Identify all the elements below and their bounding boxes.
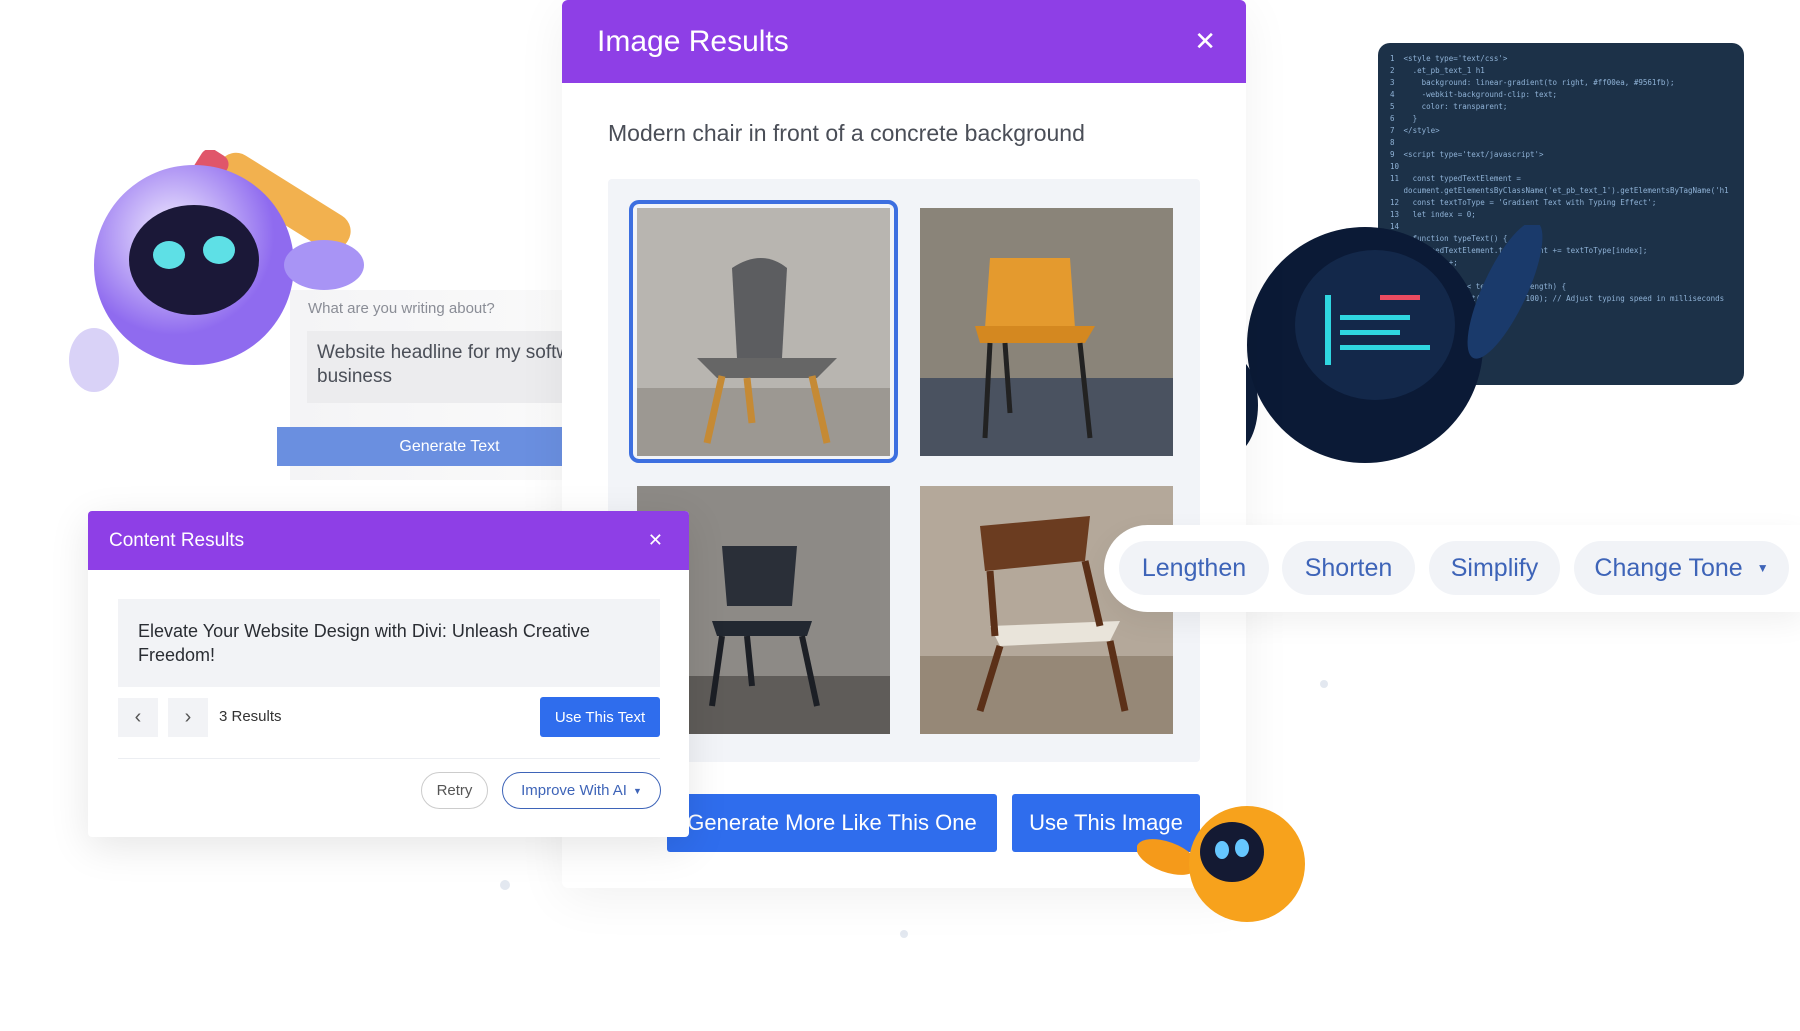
divider xyxy=(118,758,660,759)
shorten-button[interactable]: Shorten xyxy=(1282,541,1415,595)
image-result-1[interactable] xyxy=(637,208,890,456)
code-line: 6 } xyxy=(1390,114,1418,123)
code-line: 10 xyxy=(1390,162,1400,171)
image-prompt: Modern chair in front of a concrete back… xyxy=(608,120,1085,146)
chevron-right-icon: › xyxy=(184,706,192,728)
decor-dot xyxy=(900,930,908,938)
code-line: 12 const textToType = 'Gradient Text wit… xyxy=(1390,198,1657,207)
result-text: Elevate Your Website Design with Divi: U… xyxy=(118,599,660,687)
coding-robot-illustration xyxy=(1202,225,1543,463)
content-results-header: Content Results ✕ xyxy=(88,511,689,570)
improve-with-ai-dropdown[interactable]: Improve With AI ▼ xyxy=(502,772,661,809)
lengthen-button[interactable]: Lengthen xyxy=(1119,541,1269,595)
image-grid xyxy=(608,179,1200,762)
code-line: 1 <style type='text/css'> xyxy=(1390,54,1508,63)
change-tone-dropdown[interactable]: Change Tone ▼ xyxy=(1574,541,1789,595)
improve-label: Improve With AI xyxy=(521,782,627,799)
image-result-2[interactable] xyxy=(920,208,1173,456)
code-line: 7 </style> xyxy=(1390,126,1440,135)
caret-down-icon: ▼ xyxy=(632,785,642,796)
code-line: 3 background: linear-gradient(to right, … xyxy=(1390,78,1675,87)
decor-dot xyxy=(1320,680,1328,688)
close-icon[interactable]: ✕ xyxy=(648,530,663,551)
next-result-button[interactable]: › xyxy=(168,698,208,737)
code-line: 8 xyxy=(1390,138,1395,147)
code-line: 9 <script type='text/javascript'> xyxy=(1390,150,1544,159)
chevron-left-icon: ‹ xyxy=(134,706,142,728)
code-line: 5 color: transparent; xyxy=(1390,102,1508,111)
results-count: 3 Results xyxy=(219,708,282,725)
caret-down-icon: ▼ xyxy=(1756,561,1769,575)
previous-result-button[interactable]: ‹ xyxy=(118,698,158,737)
change-tone-label: Change Tone xyxy=(1594,553,1743,582)
generate-more-button[interactable]: Generate More Like This One xyxy=(667,794,997,852)
content-results-title: Content Results xyxy=(109,529,245,551)
retry-button[interactable]: Retry xyxy=(421,772,488,809)
modal-title: Image Results xyxy=(597,24,789,58)
text-actions-bar: Lengthen Shorten Simplify Change Tone ▼ xyxy=(1104,525,1800,612)
content-results-panel: Content Results ✕ Elevate Your Website D… xyxy=(88,511,689,837)
generate-text-button[interactable]: Generate Text xyxy=(277,427,562,466)
code-line: 13 let index = 0; xyxy=(1390,210,1476,219)
orange-robot-illustration xyxy=(1137,806,1305,922)
code-line: document.getElementsByClassName('et_pb_t… xyxy=(1390,186,1729,195)
code-line: 11 const typedTextElement = xyxy=(1390,174,1521,183)
modal-header: Image Results ✕ xyxy=(562,0,1246,83)
code-line: 4 -webkit-background-clip: text; xyxy=(1390,90,1558,99)
simplify-button[interactable]: Simplify xyxy=(1429,541,1560,595)
decor-dot xyxy=(500,880,510,890)
close-icon[interactable]: ✕ xyxy=(1194,26,1216,57)
code-line: 2 .et_pb_text_1 h1 xyxy=(1390,66,1485,75)
pencil-robot-illustration xyxy=(69,150,364,392)
use-this-text-button[interactable]: Use This Text xyxy=(540,697,660,737)
